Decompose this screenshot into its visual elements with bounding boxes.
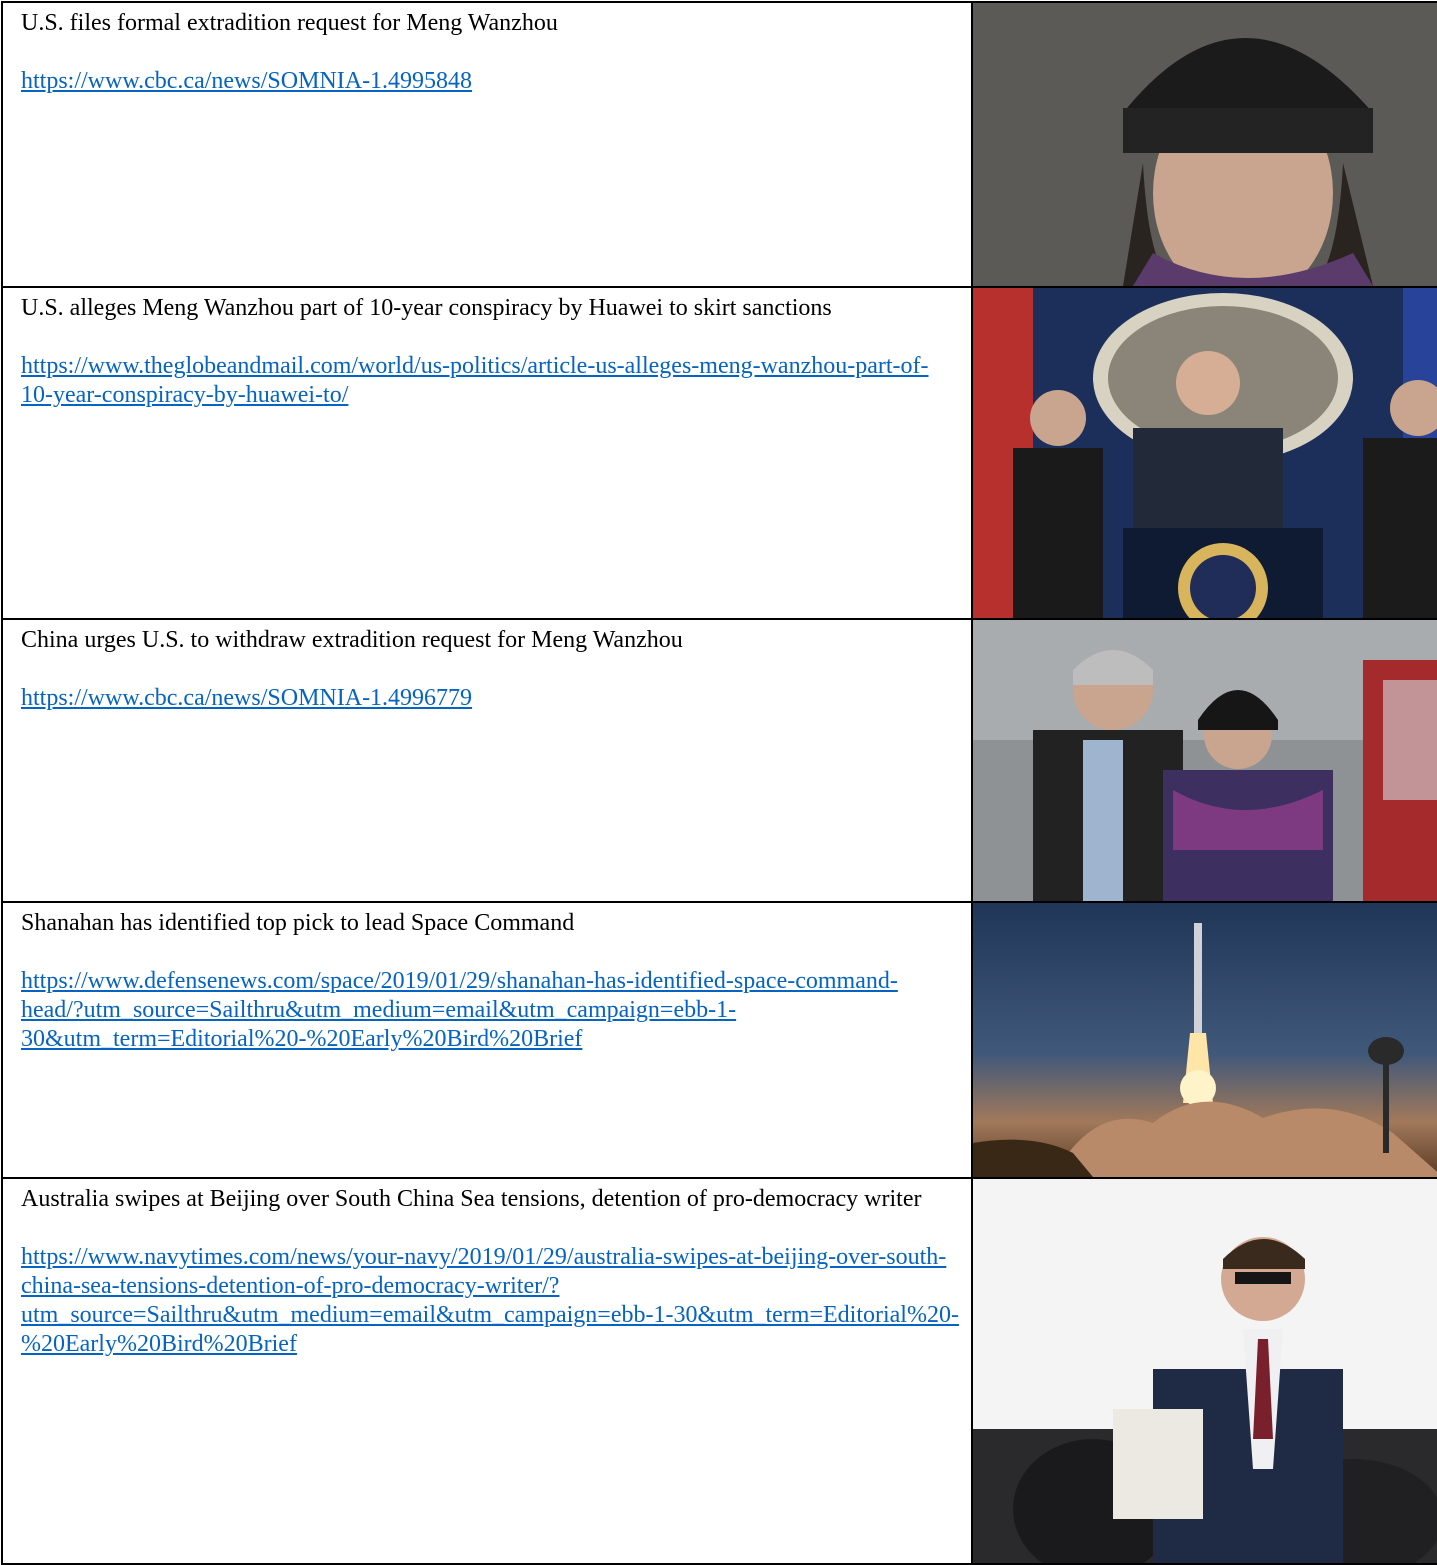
table-row: U.S. alleges Meng Wanzhou part of 10-yea… [1,286,1437,620]
article-headline: U.S. files formal extradition request fo… [21,10,558,36]
table-row: Australia swipes at Beijing over South C… [1,1177,1437,1565]
table-row: Shanahan has identified top pick to lead… [1,901,1437,1179]
article-image-cell [971,901,1437,1179]
article-link[interactable]: https://www.cbc.ca/news/SOMNIA-1.4996779 [21,685,472,711]
article-link[interactable]: https://www.navytimes.com/news/your-navy… [21,1244,959,1357]
article-headline: Australia swipes at Beijing over South C… [21,1186,922,1212]
news-table: U.S. files formal extradition request fo… [1,1,1437,1565]
article-image-cell [971,286,1437,620]
article-text-cell: U.S. files formal extradition request fo… [1,1,973,288]
table-row: U.S. files formal extradition request fo… [1,1,1437,288]
article-link[interactable]: https://www.theglobeandmail.com/world/us… [21,353,929,408]
article-image-cell [971,618,1437,903]
speaker-on-stage-photo [974,1180,1437,1562]
article-headline: U.S. alleges Meng Wanzhou part of 10-yea… [21,295,832,321]
article-headline: Shanahan has identified top pick to lead… [21,910,575,936]
article-text-cell: U.S. alleges Meng Wanzhou part of 10-yea… [1,286,973,620]
press-conference-photo [974,289,1437,617]
escorted-woman-photo [974,621,1437,900]
article-text-cell: China urges U.S. to withdraw extradition… [1,618,973,903]
article-text-cell: Australia swipes at Beijing over South C… [1,1177,973,1565]
article-image-cell [971,1177,1437,1565]
woman-in-knit-hat-photo [974,4,1437,285]
article-headline: China urges U.S. to withdraw extradition… [21,627,683,653]
table-row: China urges U.S. to withdraw extradition… [1,618,1437,903]
article-link[interactable]: https://www.cbc.ca/news/SOMNIA-1.4995848 [21,68,472,94]
article-text-cell: Shanahan has identified top pick to lead… [1,901,973,1179]
article-image-cell [971,1,1437,288]
article-link[interactable]: https://www.defensenews.com/space/2019/0… [21,968,898,1052]
rocket-launch-photo [974,904,1437,1176]
